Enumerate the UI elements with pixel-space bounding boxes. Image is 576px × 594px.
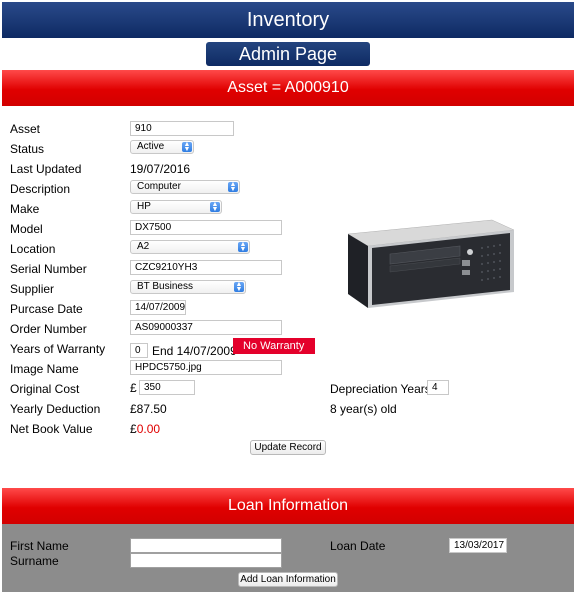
order-number-label: Order Number — [10, 322, 87, 336]
computer-image — [347, 219, 515, 308]
yearly-deduction-value: £87.50 — [130, 402, 167, 416]
net-book-value: £0.00 — [130, 422, 160, 436]
yearly-deduction-label: Yearly Deduction — [10, 402, 101, 416]
supplier-label: Supplier — [10, 282, 55, 296]
no-warranty-badge: No Warranty — [233, 338, 315, 354]
model-label: Model — [10, 222, 43, 236]
update-record-button[interactable]: Update Record — [250, 440, 326, 455]
status-select[interactable]: Active ▲ ▼ — [130, 140, 194, 154]
surname-field[interactable] — [130, 553, 282, 568]
case-side — [348, 234, 368, 308]
location-label: Location — [10, 242, 56, 256]
chevron-updown-icon: ▲ ▼ — [234, 281, 244, 293]
last-updated-label: Last Updated — [10, 162, 82, 176]
original-cost-field[interactable]: 350 — [139, 380, 195, 395]
asset-field[interactable]: 910 — [130, 121, 234, 136]
original-cost-currency: £ — [130, 381, 137, 395]
image-name-label: Image Name — [10, 362, 79, 376]
loan-date-field[interactable]: 13/03/2017 — [449, 538, 507, 553]
asset-label: Asset — [10, 122, 41, 136]
order-number-field[interactable]: AS09000337 — [130, 320, 282, 335]
net-book-value-label: Net Book Value — [10, 422, 93, 436]
add-loan-button[interactable]: Add Loan Information — [238, 572, 338, 587]
status-select-value: Active — [137, 141, 165, 152]
depreciation-years-label: Depreciation Years — [330, 382, 431, 396]
chevron-updown-icon: ▲ ▼ — [182, 141, 192, 153]
purchase-date-label: Purcase Date — [10, 302, 83, 316]
brand-logo-icon — [467, 249, 473, 255]
warranty-end-text: End 14/07/2009 — [152, 344, 237, 358]
asset-banner: Asset = A000910 — [2, 70, 574, 106]
make-label: Make — [10, 202, 40, 216]
status-label: Status — [10, 142, 45, 156]
net-book-value-currency: £ — [130, 422, 137, 436]
first-name-label: First Name — [10, 539, 69, 553]
make-select[interactable]: HP ▲ ▼ — [130, 200, 222, 214]
location-select[interactable]: A2 ▲ ▼ — [130, 240, 250, 254]
admin-page-badge: Admin Page — [206, 42, 370, 66]
last-updated-value: 19/07/2016 — [130, 162, 191, 176]
serial-number-field[interactable]: CZC9210YH3 — [130, 260, 282, 275]
image-name-field[interactable]: HPDC5750.jpg — [130, 360, 282, 375]
chevron-updown-icon: ▲ ▼ — [210, 201, 220, 213]
net-book-value-amount: 0.00 — [136, 422, 161, 436]
first-name-field[interactable] — [130, 538, 282, 553]
make-select-value: HP — [137, 201, 151, 212]
model-field[interactable]: DX7500 — [130, 220, 282, 235]
supplier-select-value: BT Business — [137, 281, 193, 292]
usb-port — [462, 260, 470, 266]
description-select-value: Computer — [137, 181, 181, 192]
description-label: Description — [10, 182, 71, 196]
location-select-value: A2 — [137, 241, 150, 252]
surname-label: Surname — [10, 554, 59, 568]
chevron-updown-icon: ▲ ▼ — [228, 181, 238, 193]
app-title: Inventory — [2, 2, 574, 38]
loan-banner: Loan Information — [2, 488, 574, 524]
supplier-select[interactable]: BT Business ▲ ▼ — [130, 280, 246, 294]
chevron-updown-icon: ▲ ▼ — [238, 241, 248, 253]
purchase-date-field[interactable]: 14/07/2009 — [130, 300, 186, 315]
loan-date-label: Loan Date — [330, 539, 386, 553]
age-text: 8 year(s) old — [330, 402, 397, 416]
original-cost-label: Original Cost — [10, 382, 80, 396]
years-warranty-label: Years of Warranty — [10, 342, 106, 356]
years-warranty-field[interactable]: 0 — [130, 343, 148, 358]
depreciation-years-field[interactable]: 4 — [427, 380, 449, 395]
usb-port — [462, 270, 470, 275]
serial-number-label: Serial Number — [10, 262, 87, 276]
description-select[interactable]: Computer ▲ ▼ — [130, 180, 240, 194]
